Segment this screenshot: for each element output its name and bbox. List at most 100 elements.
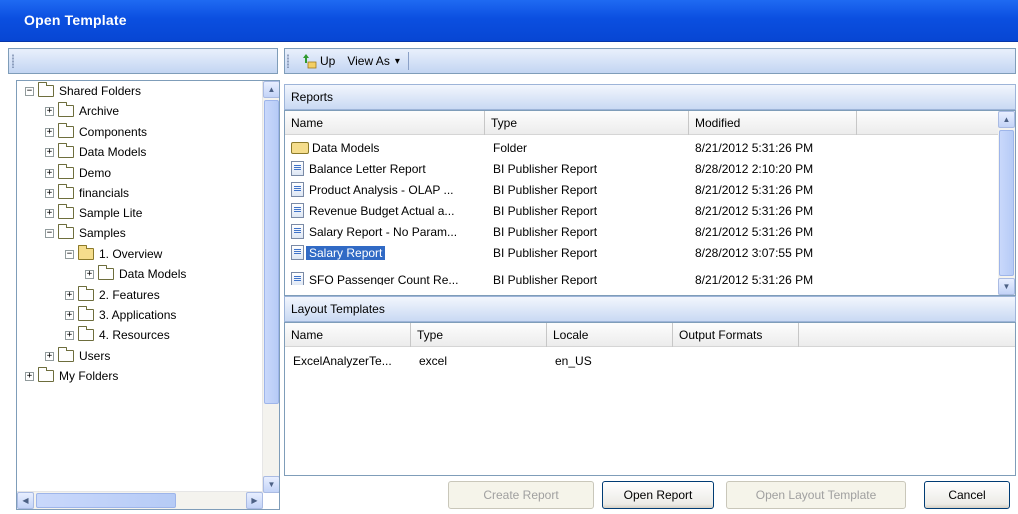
collapse-icon[interactable]: − bbox=[45, 228, 54, 238]
tree-item-label: financials bbox=[79, 186, 130, 200]
tree-item-sample-lite[interactable]: + Sample Lite bbox=[45, 203, 142, 223]
tree-item-financials[interactable]: + financials bbox=[45, 183, 129, 203]
tree-item-label: Shared Folders bbox=[59, 84, 142, 98]
tree-item-data-models[interactable]: + Data Models bbox=[45, 142, 146, 162]
report-type: BI Publisher Report bbox=[493, 162, 598, 176]
grip-handle-icon[interactable] bbox=[12, 54, 14, 68]
reports-list: Name Type Modified Data Models Folder 8/… bbox=[284, 110, 1016, 296]
scroll-down-icon[interactable]: ▼ bbox=[998, 278, 1015, 295]
tree-item-1-overview[interactable]: − 1. Overview bbox=[65, 244, 162, 264]
tree-item-users[interactable]: + Users bbox=[45, 346, 110, 366]
tree-vertical-scrollbar[interactable]: ▲ ▼ bbox=[262, 81, 279, 493]
expand-icon[interactable]: + bbox=[65, 310, 74, 320]
up-folder-icon bbox=[303, 54, 317, 69]
report-modified: 8/21/2012 5:31:26 PM bbox=[695, 141, 814, 155]
open-template-dialog: Open Template − Shared Folders + Archive… bbox=[0, 0, 1018, 514]
tree-item-samples[interactable]: − Samples bbox=[45, 223, 126, 243]
column-header-type[interactable]: Type bbox=[485, 111, 689, 135]
scroll-up-icon[interactable]: ▲ bbox=[263, 81, 279, 98]
expand-icon[interactable]: + bbox=[65, 330, 74, 340]
column-header-name[interactable]: Name bbox=[285, 323, 411, 347]
tree-item-4-resources[interactable]: + 4. Resources bbox=[65, 325, 170, 345]
expand-icon[interactable]: + bbox=[25, 371, 34, 381]
collapse-icon[interactable]: − bbox=[65, 249, 74, 259]
view-as-dropdown[interactable]: View As ▾ bbox=[347, 54, 400, 68]
column-header-modified[interactable]: Modified bbox=[689, 111, 857, 135]
folder-icon bbox=[38, 82, 54, 97]
expand-icon[interactable]: + bbox=[45, 188, 54, 198]
grip-handle-icon[interactable] bbox=[287, 54, 289, 68]
layout-template-row[interactable]: ExcelAnalyzerTe... excel en_US bbox=[287, 351, 1013, 372]
tree-item-components[interactable]: + Components bbox=[45, 122, 147, 142]
report-row[interactable]: Revenue Budget Actual a... BI Publisher … bbox=[287, 201, 999, 222]
scroll-down-icon[interactable]: ▼ bbox=[263, 476, 279, 493]
expand-icon[interactable]: + bbox=[45, 106, 54, 116]
scroll-thumb[interactable] bbox=[999, 130, 1014, 276]
folder-icon bbox=[58, 102, 74, 117]
report-row[interactable]: SFO Passenger Count Re... BI Publisher R… bbox=[287, 264, 999, 285]
chevron-down-icon: ▾ bbox=[394, 55, 400, 67]
expand-icon[interactable]: + bbox=[45, 351, 54, 361]
up-button[interactable]: Up bbox=[301, 53, 335, 69]
tree-item-label: Archive bbox=[79, 104, 120, 118]
scroll-thumb[interactable] bbox=[264, 100, 279, 404]
expand-icon[interactable]: + bbox=[45, 168, 54, 178]
report-type: BI Publisher Report bbox=[493, 273, 598, 285]
expand-icon[interactable]: + bbox=[85, 269, 94, 279]
tree-item-archive[interactable]: + Archive bbox=[45, 101, 119, 121]
report-row[interactable]: Salary Report - No Param... BI Publisher… bbox=[287, 222, 999, 243]
column-header-filler bbox=[857, 111, 999, 135]
scroll-right-icon[interactable]: ▶ bbox=[246, 492, 263, 509]
collapse-icon[interactable]: − bbox=[25, 86, 34, 96]
expand-icon[interactable]: + bbox=[45, 208, 54, 218]
expand-icon[interactable]: + bbox=[45, 147, 54, 157]
tree-item-2-features[interactable]: + 2. Features bbox=[65, 285, 160, 305]
folder-icon bbox=[58, 123, 74, 138]
expand-icon[interactable]: + bbox=[45, 127, 54, 137]
expand-icon[interactable]: + bbox=[65, 290, 74, 300]
folder-icon bbox=[98, 265, 114, 280]
report-name: Salary Report bbox=[306, 246, 386, 260]
window-title: Open Template bbox=[24, 12, 127, 28]
report-name: Data Models bbox=[312, 141, 380, 155]
report-row-selected[interactable]: Salary Report BI Publisher Report 8/28/2… bbox=[287, 243, 999, 264]
cancel-button[interactable]: Cancel bbox=[924, 481, 1010, 509]
tree-item-my-folders[interactable]: + My Folders bbox=[25, 366, 118, 386]
column-header-locale[interactable]: Locale bbox=[547, 323, 673, 347]
tree-item-shared-folders[interactable]: − Shared Folders bbox=[25, 81, 141, 101]
create-report-button[interactable]: Create Report bbox=[448, 481, 594, 509]
tree-horizontal-scrollbar[interactable]: ◀ ▶ bbox=[17, 491, 263, 509]
report-name-cell: Data Models bbox=[291, 138, 485, 159]
folder-tree: − Shared Folders + Archive + Components … bbox=[16, 80, 280, 510]
report-type: BI Publisher Report bbox=[493, 225, 598, 239]
reports-column-headers: Name Type Modified bbox=[285, 111, 999, 135]
report-row[interactable]: Balance Letter Report BI Publisher Repor… bbox=[287, 159, 999, 180]
column-header-name[interactable]: Name bbox=[285, 111, 485, 135]
tree-item-demo[interactable]: + Demo bbox=[45, 163, 111, 183]
column-header-type[interactable]: Type bbox=[411, 323, 547, 347]
report-icon bbox=[291, 161, 304, 177]
report-name-cell: SFO Passenger Count Re... bbox=[291, 270, 485, 285]
scroll-left-icon[interactable]: ◀ bbox=[17, 492, 34, 509]
folder-icon bbox=[78, 286, 94, 301]
tree-item-overview-data-models[interactable]: + Data Models bbox=[85, 264, 186, 284]
report-icon bbox=[291, 182, 304, 198]
scroll-up-icon[interactable]: ▲ bbox=[998, 111, 1015, 128]
toolbar: Up View As ▾ bbox=[284, 48, 1016, 74]
report-row[interactable]: Data Models Folder 8/21/2012 5:31:26 PM bbox=[287, 138, 999, 159]
title-bar[interactable]: Open Template bbox=[0, 0, 1018, 42]
toolbar-separator bbox=[407, 52, 409, 70]
report-row[interactable]: Product Analysis - OLAP ... BI Publisher… bbox=[287, 180, 999, 201]
column-header-output-formats[interactable]: Output Formats bbox=[673, 323, 799, 347]
layout-output-formats bbox=[681, 351, 799, 372]
folder-icon bbox=[58, 143, 74, 158]
reports-vertical-scrollbar[interactable]: ▲ ▼ bbox=[998, 111, 1015, 295]
open-report-button[interactable]: Open Report bbox=[602, 481, 714, 509]
column-header-filler bbox=[799, 323, 1015, 347]
tree-item-3-applications[interactable]: + 3. Applications bbox=[65, 305, 176, 325]
report-name-cell: Revenue Budget Actual a... bbox=[291, 201, 485, 222]
open-layout-template-button[interactable]: Open Layout Template bbox=[726, 481, 906, 509]
tree-item-label: 2. Features bbox=[99, 288, 160, 302]
report-name-cell: Salary Report - No Param... bbox=[291, 222, 485, 243]
scroll-thumb[interactable] bbox=[36, 493, 176, 508]
